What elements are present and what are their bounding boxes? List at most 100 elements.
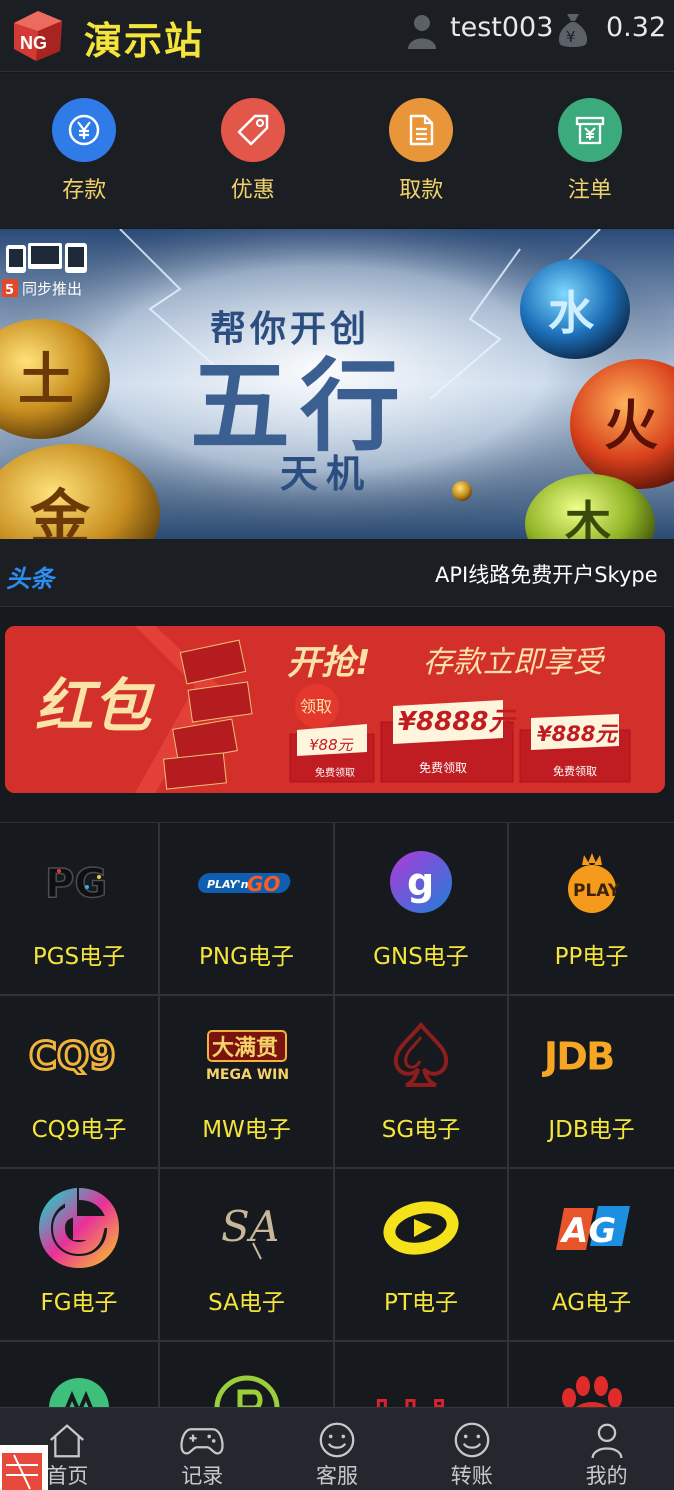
bets-button[interactable]: 注单 [506, 73, 674, 228]
banner-line2: 五行 [190, 348, 410, 465]
banner-art: 土 金 水 火 木 帮你开创 五行 天机 5 同步推出 [0, 229, 674, 539]
svg-text:CQ9: CQ9 [29, 1035, 116, 1075]
svg-text:火: 火 [604, 394, 658, 457]
document-icon [410, 114, 434, 146]
game-name: SG电子 [381, 1117, 461, 1143]
nav-support[interactable]: 客服 [270, 1408, 405, 1490]
username[interactable]: test003 [450, 12, 553, 43]
svg-text:¥88元: ¥88元 [309, 736, 354, 754]
game-sg[interactable]: SG电子 [335, 996, 509, 1169]
game-ag[interactable]: AG AG电子 [509, 1169, 674, 1342]
game-grid: PG PGS电子 PLAY'n GO PNG电子 g GNS电子 PLAY PP… [0, 822, 674, 1412]
game-name: GNS电子 [373, 944, 469, 970]
smile-icon [319, 1422, 355, 1458]
game-jdb[interactable]: JDB JDB电子 [509, 996, 674, 1169]
withdraw-button[interactable]: 取款 [337, 73, 506, 228]
game-pgs[interactable]: PG PGS电子 [0, 823, 160, 996]
game-png[interactable]: PLAY'n GO PNG电子 [160, 823, 335, 996]
deposit-label: 存款 [62, 178, 107, 203]
app-header: NG 演示站 test003 ¥ 0.32 [0, 0, 674, 72]
bbin-logo-icon: bbin [371, 1366, 471, 1413]
promotions-button[interactable]: 优惠 [169, 73, 338, 228]
game-partial-1[interactable] [0, 1342, 160, 1412]
svg-text:¥: ¥ [566, 28, 576, 46]
nav-label: 记录 [181, 1464, 224, 1488]
svg-text:土: 土 [18, 348, 74, 413]
game-name: PGS电子 [32, 944, 126, 970]
bottom-nav: 首页 记录 客服 转账 我的 [0, 1407, 674, 1490]
svg-text:AG: AG [559, 1211, 616, 1251]
tag-icon [237, 114, 268, 146]
game-sa[interactable]: SA SA电子 [160, 1169, 335, 1342]
paw-logo-icon [542, 1366, 642, 1412]
banner-line1: 帮你开创 [210, 309, 370, 350]
nav-records[interactable]: 记录 [135, 1408, 270, 1490]
svg-text:PG: PG [45, 861, 107, 907]
game-gns[interactable]: g GNS电子 [335, 823, 509, 996]
game-name: JDB电子 [548, 1117, 635, 1143]
game-name: FG电子 [40, 1290, 118, 1316]
promo-title: 红包 [35, 672, 156, 740]
news-ticker[interactable]: 头条 API线路免费开户Skype [0, 539, 674, 607]
home-icon [50, 1424, 85, 1458]
svg-text:免费领取: 免费领取 [315, 766, 355, 779]
pp-logo-icon: PLAY [542, 847, 642, 917]
nav-profile[interactable]: 我的 [539, 1408, 674, 1490]
quick-actions: 存款 优惠 取款 注单 [0, 73, 674, 228]
deposit-button[interactable]: 存款 [0, 73, 169, 228]
game-mw[interactable]: 大满贯 MEGA WIN MW电子 [160, 996, 335, 1169]
banner-line3: 天机 [280, 452, 372, 496]
yen-circle-icon [69, 114, 100, 146]
promotions-label: 优惠 [230, 178, 275, 203]
game-partial-3[interactable]: bbin [335, 1342, 509, 1412]
user-icon [408, 15, 436, 49]
game-name: PT电子 [384, 1290, 458, 1316]
game-pt[interactable]: PT电子 [335, 1169, 509, 1342]
red-envelope-promo[interactable]: 红包 开抢! 存款立即享受 领取 ¥88元 免费领取 ¥8888元 免费领取 ¥… [5, 626, 665, 793]
promotions-circle [220, 98, 285, 162]
gamepad-icon [180, 1428, 224, 1455]
promo-subline: 存款立即享受 [423, 645, 606, 680]
fg-logo-icon [29, 1188, 129, 1268]
nav-transfer[interactable]: 转账 [404, 1408, 539, 1490]
svg-text:GO: GO [247, 872, 280, 896]
playngo-logo-icon: PLAY'n GO [197, 847, 297, 917]
game-partial-4[interactable] [509, 1342, 674, 1412]
game-pp[interactable]: PLAY PP电子 [509, 823, 674, 996]
pt-logo-icon [371, 1193, 471, 1263]
game-name: AG电子 [551, 1290, 632, 1316]
game-partial-2[interactable] [160, 1342, 335, 1412]
ng-logo[interactable]: NG [8, 7, 66, 63]
megawin-logo-icon: 大满贯 MEGA WIN [197, 1020, 297, 1090]
floating-corner-badge[interactable] [0, 1445, 48, 1490]
nav-label: 我的 [585, 1464, 628, 1488]
corner-badge-icon [2, 1453, 42, 1490]
withdraw-label: 取款 [399, 178, 444, 203]
svg-text:¥8888元: ¥8888元 [398, 707, 517, 737]
game-name: SA电子 [208, 1290, 285, 1316]
svg-text:大满贯: 大满贯 [212, 1036, 278, 1061]
svg-text:金: 金 [30, 484, 91, 539]
ag-logo-icon: AG [542, 1193, 642, 1263]
jdb-logo-icon: JDB [542, 1020, 642, 1090]
svg-text:g: g [407, 860, 434, 904]
game-name: PP电子 [554, 944, 629, 970]
svg-text:PLAY'n: PLAY'n [207, 878, 249, 891]
headline-tag: 头条 [6, 565, 54, 593]
game-fg[interactable]: FG电子 [0, 1169, 160, 1342]
bets-circle [557, 98, 622, 162]
envelope-88[interactable]: ¥88元 免费领取 [289, 724, 375, 783]
envelope-888[interactable]: ¥888元 免费领取 [519, 714, 631, 783]
envelope-8888[interactable]: ¥8888元 免费领取 [380, 700, 517, 783]
sa-logo-icon: SA [197, 1193, 297, 1263]
withdraw-circle [389, 98, 454, 162]
svg-text:¥888元: ¥888元 [537, 722, 618, 746]
leaf-logo-icon [29, 1366, 129, 1412]
promo-banner[interactable]: 土 金 水 火 木 帮你开创 五行 天机 5 同步推出 [0, 229, 674, 539]
nav-label: 客服 [315, 1464, 358, 1488]
svg-text:木: 木 [565, 496, 611, 539]
game-cq9[interactable]: CQ9 CQ9电子 [0, 996, 160, 1169]
user-icon [591, 1423, 623, 1458]
promo-art: 红包 开抢! 存款立即享受 领取 ¥88元 免费领取 ¥8888元 免费领取 ¥… [5, 626, 665, 793]
sync-badge: 同步推出 [22, 280, 82, 298]
